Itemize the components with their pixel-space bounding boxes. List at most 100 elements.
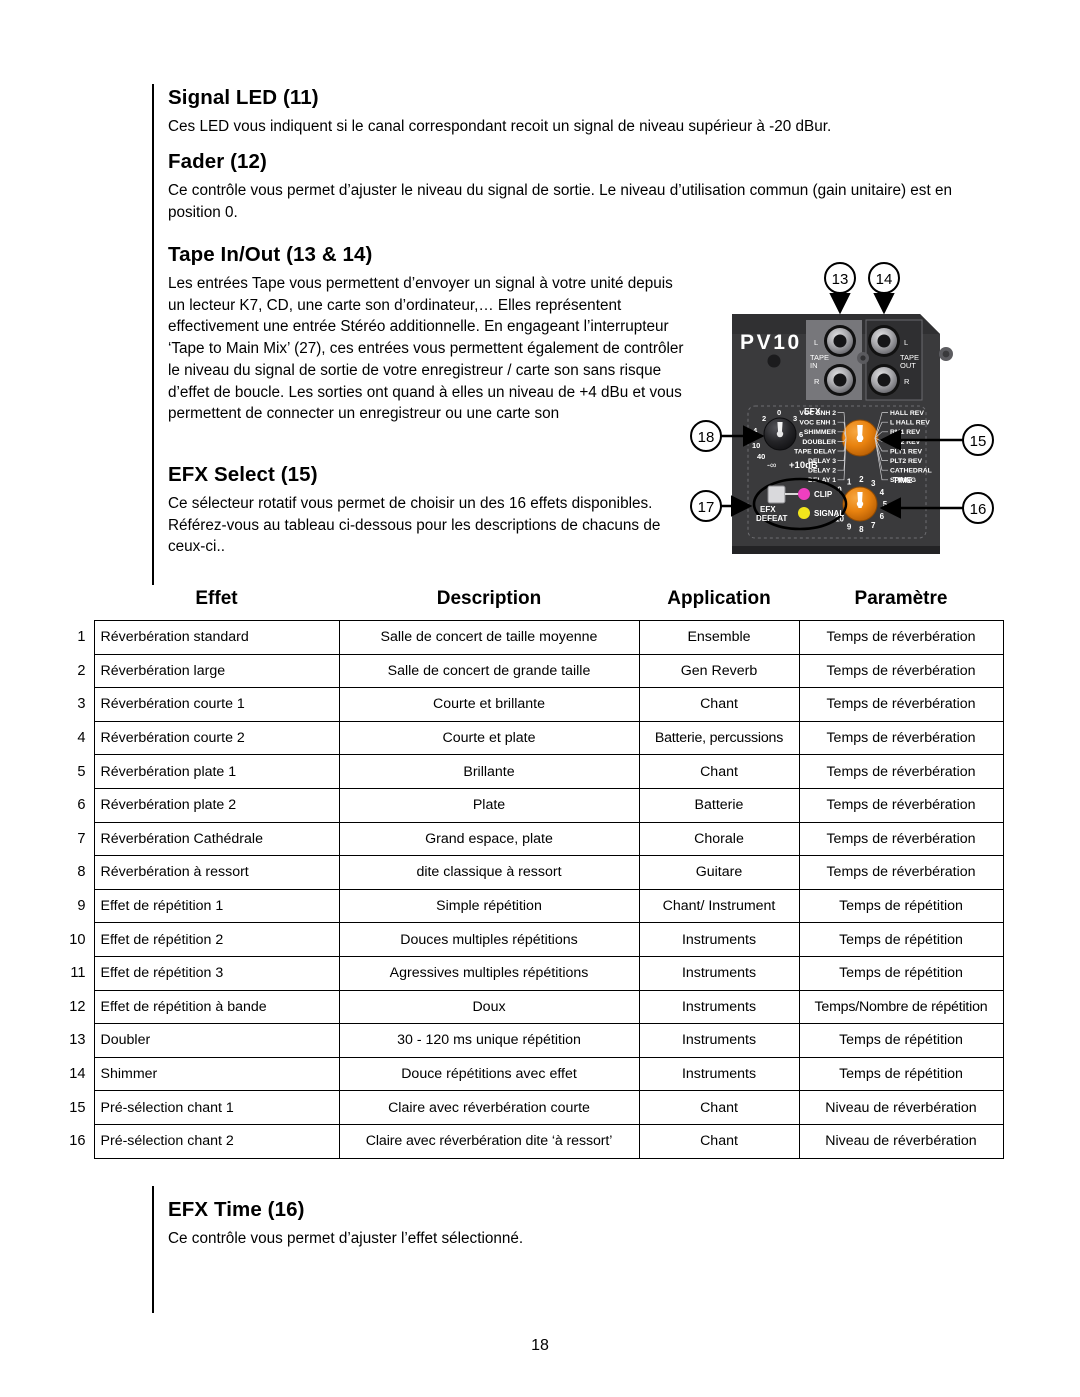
table-row: 1 Réverbération standard Salle de concert …: [58, 620, 1004, 655]
cell-parametre: Temps/Nombre de répétition: [798, 989, 1004, 1025]
cell-description: 30 - 120 ms unique répétition: [338, 1023, 640, 1058]
tape-out-left-label: L: [904, 338, 908, 347]
efx-select-right-label: L HALL REV: [890, 420, 930, 427]
heading-fader: Fader (12): [168, 150, 267, 173]
brand-logo: PV10: [740, 331, 802, 354]
efx-select-left-label: DELAY 3: [808, 458, 836, 465]
cell-parametre: Temps de réverbération: [798, 720, 1004, 756]
cell-description: Douces multiples répétitions: [338, 922, 640, 957]
clip-label: CLIP: [814, 490, 833, 499]
cell-parametre: Temps de répétition: [798, 1023, 1004, 1058]
table-row: 3 Réverbération courte 1 Courte et brillan…: [58, 687, 1004, 722]
svg-text:14: 14: [876, 271, 893, 288]
heading-signal-led: Signal LED (11): [168, 86, 319, 109]
efx-defeat-label-line1: EFX: [760, 505, 776, 514]
cell-parametre: Temps de répétition: [798, 955, 1004, 991]
signal-label: SIGNAL: [814, 509, 844, 518]
cell-effet: Réverbération large: [93, 653, 340, 689]
table-row: 8 Réverbération à ressort dite classique à…: [58, 855, 1004, 890]
cell-effet: Effet de répétition à bande: [93, 989, 340, 1025]
cell-description: Courte et brillante: [338, 687, 640, 722]
efx-select-left-label: DELAY 2: [808, 468, 836, 475]
cell-number: 10: [69, 931, 86, 948]
cell-description: Grand espace, plate: [338, 821, 640, 857]
manual-page: Signal LED (11) Ces LED vous indiquent s…: [0, 0, 1080, 1397]
time-knob-tick: 7: [871, 521, 876, 530]
cell-parametre: Niveau de réverbération: [798, 1123, 1004, 1159]
cell-effet: Pré-sélection chant 2: [93, 1123, 340, 1159]
tape-in-right-label: R: [814, 377, 820, 386]
time-knob-tick: 8: [859, 525, 864, 534]
table-row: 2 Réverbération large Salle de concert de …: [58, 653, 1004, 689]
table-row: 11 Effet de répétition 3 Agressives multip…: [58, 955, 1004, 991]
cell-number: 13: [69, 1032, 86, 1049]
cell-effet: Pré-sélection chant 1: [93, 1090, 340, 1125]
efx-select-left-label: VOC ENH 2: [799, 410, 836, 417]
left-vertical-rule-top: [152, 84, 154, 585]
cell-effet: Réverbération plate 2: [93, 787, 340, 823]
callout-13: 13: [824, 262, 856, 315]
body-efx-select: Ce sélecteur rotatif vous permet de choi…: [168, 495, 661, 556]
svg-text:13: 13: [832, 271, 849, 288]
svg-text:16: 16: [970, 501, 987, 518]
svg-text:10: 10: [752, 441, 760, 450]
svg-text:2: 2: [762, 414, 766, 423]
cell-parametre: Temps de réverbération: [798, 653, 1004, 689]
cell-description: Salle de concert de grande taille: [338, 653, 640, 689]
time-knob-tick: 9: [847, 522, 852, 531]
body-fader: Ce contrôle vous permet d’ajuster le niv…: [168, 182, 952, 221]
section-efx-time: EFX Time (16) Ce contrôle vous permet d’…: [168, 1198, 688, 1250]
table-row: 16 Pré-sélection chant 2 Claire avec réver…: [58, 1123, 1004, 1159]
cell-number: 1: [77, 629, 86, 646]
cell-application: Chant: [638, 1123, 800, 1159]
cell-number: 5: [77, 763, 86, 780]
heading-efx-select: EFX Select (15): [168, 463, 318, 486]
tape-out-label-line2: OUT: [900, 361, 916, 370]
cell-description: dite classique à ressort: [338, 855, 640, 890]
time-knob-tick: 2: [859, 475, 864, 484]
efx-select-knob: [841, 419, 879, 457]
section-signal-led: Signal LED (11) Ces LED vous indiquent s…: [168, 86, 1008, 138]
efx-effects-table: Effet Description Application Paramètre …: [58, 588, 1004, 1159]
cell-effet: Effet de répétition 1: [93, 888, 340, 924]
column-header-effet: Effet: [195, 588, 238, 609]
table-header: Effet Description Application Paramètre: [58, 588, 1003, 621]
tape-in-left-label: L: [814, 338, 818, 347]
svg-text:15: 15: [970, 433, 987, 450]
cell-number: 15: [69, 1099, 86, 1116]
table-body: 1 Réverbération standard Salle de concert …: [58, 620, 1004, 1159]
signal-led-icon: [798, 507, 810, 519]
efx-select-left-label: TAPE DELAY: [794, 448, 836, 455]
efx-select-left-label: VOC ENH 1: [799, 420, 836, 427]
cell-description: Simple répétition: [338, 888, 640, 924]
cell-application: Ensemble: [638, 620, 800, 655]
cell-description: Douce répétitions avec effet: [338, 1056, 640, 1092]
tape-in-label-line2: IN: [810, 361, 818, 370]
cell-effet: Shimmer: [93, 1056, 340, 1092]
time-knob-tick: 3: [871, 479, 876, 488]
efx-select-right-label: PLT1 REV: [890, 448, 922, 455]
tape-out-jack-plate: L R TAPE OUT: [857, 319, 923, 401]
cell-effet: Effet de répétition 2: [93, 922, 340, 957]
cell-application: Instruments: [638, 989, 800, 1025]
cell-number: 7: [77, 830, 86, 847]
efx-select-left-label: SHIMMER: [804, 429, 836, 436]
time-label: TIME: [893, 476, 913, 485]
cell-parametre: Temps de réverbération: [798, 787, 1004, 823]
table-row: 5 Réverbération plate 1 Brillante Chant Temp…: [58, 754, 1004, 789]
body-signal-led: Ces LED vous indiquent si le canal corre…: [168, 118, 832, 135]
efx-defeat-label-line2: DEFEAT: [756, 514, 788, 523]
efx-select-right-label: HALL REV: [890, 410, 924, 417]
cell-description: Claire avec réverbération dite ‘à ressor…: [338, 1123, 640, 1159]
cell-parametre: Temps de réverbération: [798, 821, 1004, 857]
efx-select-right-label: CATHEDRAL: [890, 468, 932, 475]
cell-description: Brillante: [338, 754, 640, 789]
svg-text:18: 18: [698, 429, 715, 446]
cell-number: 4: [77, 730, 86, 747]
svg-text:3: 3: [793, 414, 797, 423]
pv10-panel-illustration: PV10 L R TAPE IN L R TAPE OUT 0 2 3 4 6 …: [688, 256, 1000, 578]
efx-select-right-label: PLT2 REV: [890, 458, 922, 465]
time-knob-tick: 1: [847, 478, 852, 487]
cell-application: Chant: [638, 1090, 800, 1125]
table-row: 4 Réverbération courte 2 Courte et plate Ba…: [58, 720, 1004, 756]
